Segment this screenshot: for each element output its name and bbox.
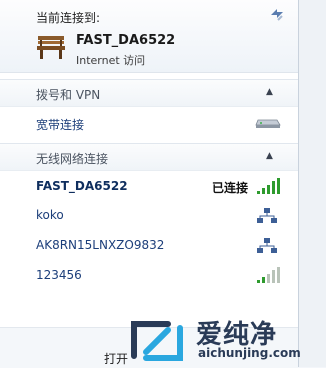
dialup-vpn-label: 拨号和 VPN bbox=[36, 88, 101, 102]
current-network-status: Internet 访问 bbox=[76, 54, 146, 67]
current-connection-title: 当前连接到: bbox=[36, 11, 101, 25]
wireless-section-label: 无线网络连接 bbox=[36, 152, 109, 166]
shared-network-icon bbox=[257, 208, 277, 223]
wifi-network-item[interactable]: 123456 bbox=[0, 263, 298, 289]
wifi-signal-icon bbox=[257, 178, 280, 194]
wifi-network-name: koko bbox=[36, 208, 64, 222]
watermark-logo-icon bbox=[131, 321, 183, 361]
collapse-chevron-icon[interactable]: ▲ bbox=[266, 151, 273, 161]
wireless-section-header[interactable]: 无线网络连接 ▲ bbox=[0, 143, 298, 171]
broadband-connection-label: 宽带连接 bbox=[36, 118, 85, 132]
wifi-network-item[interactable]: AK8RN15LNXZO9832 bbox=[0, 233, 298, 259]
watermark: 爱纯净 aichunjing.com bbox=[126, 312, 326, 367]
wifi-network-name: AK8RN15LNXZO9832 bbox=[36, 238, 165, 252]
current-connection-header: 当前连接到: FAST_DA6522 Internet 访问 bbox=[0, 0, 298, 73]
wifi-network-name: 123456 bbox=[36, 268, 82, 282]
dialup-vpn-section-header[interactable]: 拨号和 VPN ▲ bbox=[0, 79, 298, 107]
wifi-signal-icon bbox=[257, 267, 280, 283]
refresh-icon[interactable] bbox=[268, 6, 286, 22]
wifi-network-item[interactable]: FAST_DA6522 已连接 bbox=[0, 174, 298, 200]
public-network-bench-icon bbox=[37, 36, 65, 59]
open-network-center-link[interactable]: 打开 bbox=[104, 350, 128, 367]
shared-network-icon bbox=[257, 238, 277, 253]
modem-icon bbox=[255, 119, 281, 128]
current-network-name: FAST_DA6522 bbox=[76, 33, 176, 48]
collapse-chevron-icon[interactable]: ▲ bbox=[266, 87, 273, 97]
wifi-network-name: FAST_DA6522 bbox=[36, 179, 128, 193]
watermark-url-text: aichunjing.com bbox=[198, 346, 301, 360]
broadband-connection-item[interactable]: 宽带连接 bbox=[0, 111, 298, 137]
connection-status-label: 已连接 bbox=[212, 181, 249, 195]
wifi-network-item[interactable]: koko bbox=[0, 203, 298, 229]
